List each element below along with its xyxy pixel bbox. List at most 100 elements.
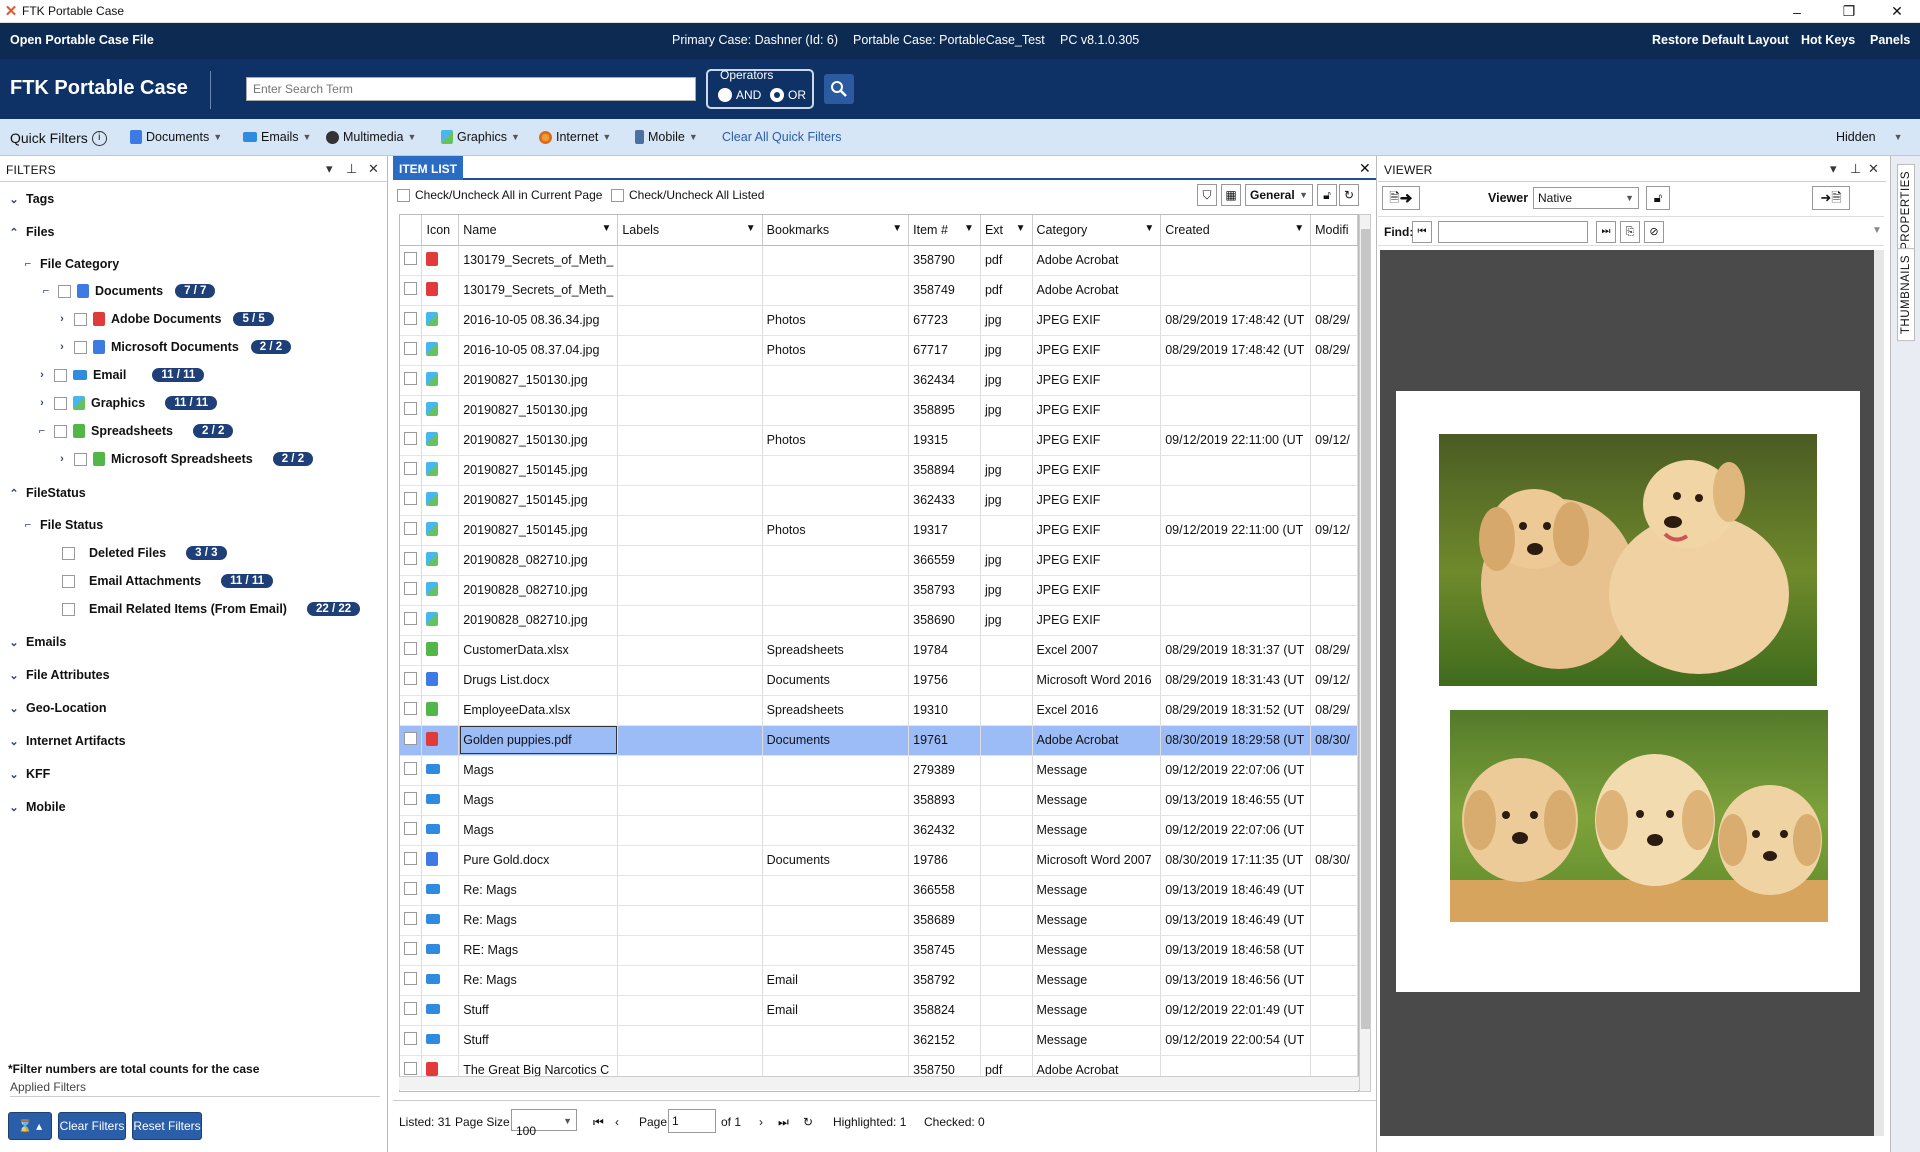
table-row[interactable]: Re: Mags 358689 Message 09/13/2019 18:46:49… xyxy=(400,905,1358,936)
row-name[interactable]: 20190828_082710.jpg xyxy=(458,545,619,576)
lock-icon[interactable]: 🔓︎ xyxy=(1317,184,1337,206)
row-checkbox-cell[interactable] xyxy=(400,935,423,966)
tab-thumbnails[interactable]: THUMBNAILS xyxy=(1897,248,1915,342)
table-row[interactable]: 130179_Secrets_of_Meth_ 358749 pdf Adobe Ac… xyxy=(400,275,1358,306)
checkbox[interactable] xyxy=(404,342,417,355)
panel-menu-icon[interactable]: ▾ xyxy=(326,161,333,177)
minimize-button[interactable]: – xyxy=(1774,0,1820,23)
checkbox[interactable] xyxy=(62,574,75,588)
panels-button[interactable]: Panels xyxy=(1870,33,1910,47)
and-radio[interactable] xyxy=(718,88,732,102)
row-name[interactable]: Re: Mags xyxy=(458,905,619,936)
filter-microsoft-spreadsheets[interactable]: › Microsoft Spreadsheets 2 / 2 xyxy=(56,452,314,466)
tab-properties[interactable]: PROPERTIES xyxy=(1897,164,1915,257)
row-checkbox-cell[interactable] xyxy=(400,485,423,516)
row-name[interactable]: Re: Mags xyxy=(458,965,619,996)
row-name[interactable]: Golden puppies.pdf xyxy=(458,725,619,756)
checkbox[interactable] xyxy=(404,1032,417,1045)
filter-email[interactable]: › Email 11 / 11 xyxy=(36,368,205,382)
table-row[interactable]: Re: Mags 366558 Message 09/13/2019 18:46:49… xyxy=(400,875,1358,906)
row-checkbox-cell[interactable] xyxy=(400,845,423,876)
table-row[interactable]: 130179_Secrets_of_Meth_ 358790 pdf Adobe Ac… xyxy=(400,245,1358,276)
row-checkbox-cell[interactable] xyxy=(400,815,423,846)
horizontal-scrollbar[interactable] xyxy=(399,1076,1359,1090)
row-checkbox-cell[interactable] xyxy=(400,785,423,816)
qf-mobile[interactable]: Mobile ▼ xyxy=(635,130,698,144)
toolbar-overflow-icon[interactable]: ▼ xyxy=(1872,225,1882,236)
filter-graphics[interactable]: › Graphics 11 / 11 xyxy=(36,396,218,410)
table-row[interactable]: RE: Mags 358745 Message 09/13/2019 18:46:58… xyxy=(400,935,1358,966)
row-checkbox-cell[interactable] xyxy=(400,305,423,336)
copy-icon[interactable]: ⎘ xyxy=(1620,221,1640,243)
hot-keys-button[interactable]: Hot Keys xyxy=(1801,33,1855,47)
row-name[interactable]: Drugs List.docx xyxy=(458,665,619,696)
row-name[interactable]: 2016-10-05 08.37.04.jpg xyxy=(458,335,619,366)
hidden-dropdown[interactable]: Hidden ▼ xyxy=(1836,130,1903,144)
table-row[interactable]: Pure Gold.docx Documents 19786 Microsoft Wo… xyxy=(400,845,1358,876)
clear-quick-filters-link[interactable]: Clear All Quick Filters xyxy=(722,130,841,144)
row-checkbox-cell[interactable] xyxy=(400,365,423,396)
table-row[interactable]: EmployeeData.xlsx Spreadsheets 19310 Excel … xyxy=(400,695,1358,726)
filter-columns-icon[interactable]: ⛉ xyxy=(1197,184,1217,206)
filter-email-related[interactable]: Email Related Items (From Email) 22 / 22 xyxy=(62,602,361,616)
filter-internet-artifacts[interactable]: ⌄ Internet Artifacts xyxy=(8,734,125,748)
checkbox[interactable] xyxy=(404,672,417,685)
checkbox[interactable] xyxy=(62,546,75,560)
viewer-mode-select[interactable]: Native ▼ xyxy=(1533,187,1639,209)
table-row[interactable]: Golden puppies.pdf Documents 19761 Adobe Ac… xyxy=(400,725,1358,756)
row-name[interactable]: 20190828_082710.jpg xyxy=(458,605,619,636)
filter-deleted-files[interactable]: Deleted Files 3 / 3 xyxy=(62,546,227,560)
filter-email-attachments[interactable]: Email Attachments 11 / 11 xyxy=(62,574,273,588)
qf-documents[interactable]: Documents ▼ xyxy=(130,130,222,144)
table-row[interactable]: 20190828_082710.jpg 358690 jpg JPEG EXIF xyxy=(400,605,1358,636)
row-name[interactable]: Mags xyxy=(458,785,619,816)
table-row[interactable]: Mags 358893 Message 09/13/2019 18:46:55 (UT xyxy=(400,785,1358,816)
panel-menu-icon[interactable]: ▾ xyxy=(1830,161,1837,177)
filter-spreadsheets[interactable]: ⌐ Spreadsheets 2 / 2 xyxy=(36,424,234,438)
row-name[interactable]: 20190827_150130.jpg xyxy=(458,395,619,426)
row-checkbox-cell[interactable] xyxy=(400,605,423,636)
table-row[interactable]: 20190828_082710.jpg 366559 jpg JPEG EXIF xyxy=(400,545,1358,576)
open-portable-case-button[interactable]: Open Portable Case File xyxy=(10,33,154,47)
row-checkbox-cell[interactable] xyxy=(400,665,423,696)
filter-geo-location[interactable]: ⌄ Geo-Location xyxy=(8,701,106,715)
table-row[interactable]: Drugs List.docx Documents 19756 Microsoft W… xyxy=(400,665,1358,696)
filter-file-status[interactable]: ⌐ File Status xyxy=(22,518,103,532)
checkbox[interactable] xyxy=(404,972,417,985)
col-name[interactable]: Name ▼ xyxy=(458,215,619,246)
checkbox[interactable] xyxy=(404,462,417,475)
pin-icon[interactable]: ⊥ xyxy=(1850,161,1862,177)
qf-graphics[interactable]: Graphics ▼ xyxy=(441,130,520,144)
item-list-tab[interactable]: ITEM LIST xyxy=(393,156,463,180)
checkbox[interactable] xyxy=(404,762,417,775)
col-category[interactable]: Category ▼ xyxy=(1032,215,1162,246)
filter-icon[interactable]: ▼ xyxy=(746,223,756,234)
filter-icon[interactable]: ▼ xyxy=(1294,223,1304,234)
cancel-icon[interactable]: ⊘ xyxy=(1644,221,1664,243)
row-checkbox-cell[interactable] xyxy=(400,995,423,1026)
filter-file-attributes[interactable]: ⌄ File Attributes xyxy=(8,668,109,682)
checkbox[interactable] xyxy=(58,284,71,298)
checkbox[interactable] xyxy=(404,552,417,565)
row-checkbox-cell[interactable] xyxy=(400,965,423,996)
checkbox[interactable] xyxy=(404,402,417,415)
table-icon[interactable]: ▦ xyxy=(1221,184,1241,206)
info-icon[interactable]: i xyxy=(91,130,107,146)
filter-documents[interactable]: ⌐ Documents 7 / 7 xyxy=(40,284,216,298)
filter-emails[interactable]: ⌄ Emails xyxy=(8,635,66,649)
find-first-button[interactable]: ⏮ xyxy=(1412,221,1432,243)
checkbox[interactable] xyxy=(54,396,67,410)
row-name[interactable]: Pure Gold.docx xyxy=(458,845,619,876)
filter-icon[interactable]: ▼ xyxy=(1016,223,1026,234)
qf-multimedia[interactable]: Multimedia ▼ xyxy=(326,130,416,144)
checkbox[interactable] xyxy=(404,942,417,955)
checkbox[interactable] xyxy=(62,602,75,616)
row-checkbox-cell[interactable] xyxy=(400,545,423,576)
viewer-canvas[interactable] xyxy=(1380,250,1884,1136)
row-checkbox-cell[interactable] xyxy=(400,755,423,786)
or-radio[interactable] xyxy=(770,88,784,102)
checkbox[interactable] xyxy=(404,822,417,835)
row-name[interactable]: CustomerData.xlsx xyxy=(458,635,619,666)
table-row[interactable]: CustomerData.xlsx Spreadsheets 19784 Excel … xyxy=(400,635,1358,666)
col-bookmarks[interactable]: Bookmarks ▼ xyxy=(762,215,910,246)
